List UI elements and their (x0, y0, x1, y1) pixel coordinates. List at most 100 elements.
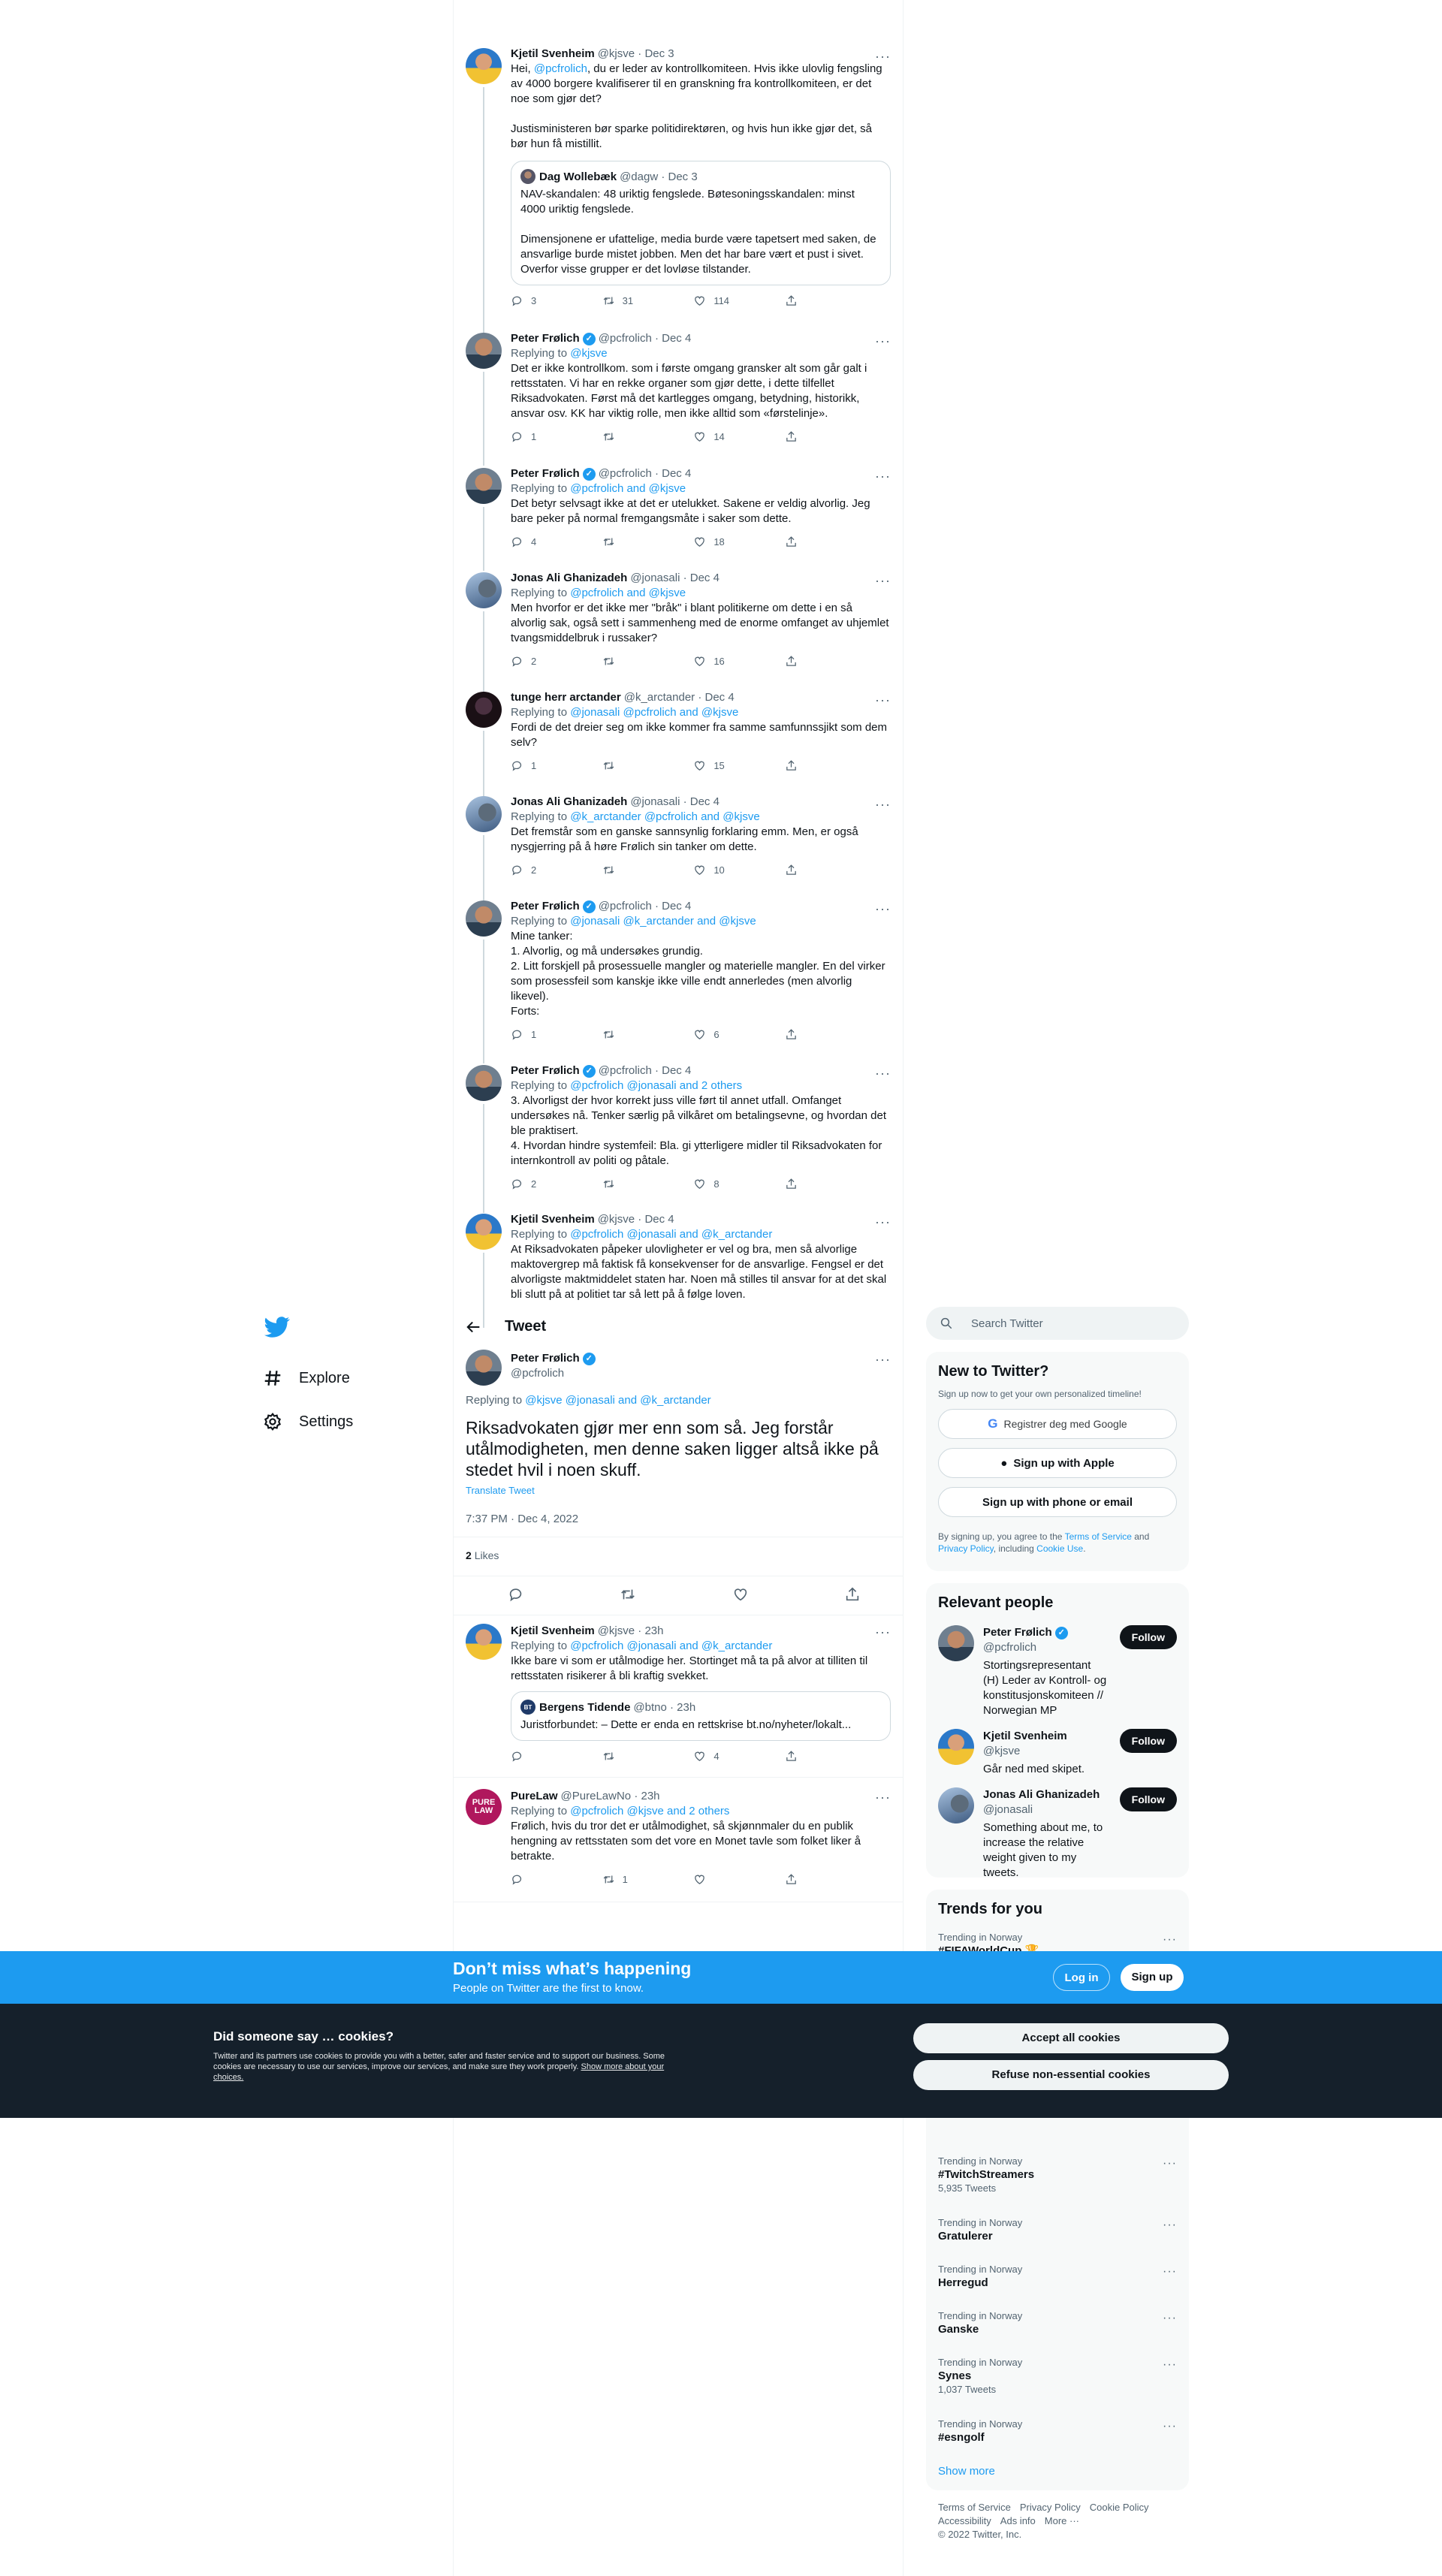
tweet[interactable]: ··· Peter Frølich ✓ @pcfrolich · Dec 4 Rep… (454, 1063, 903, 1213)
retweet-button[interactable]: 1 (602, 1873, 647, 1886)
back-arrow-icon[interactable] (466, 1319, 482, 1335)
retweet-button[interactable] (602, 655, 647, 668)
quoted-tweet[interactable]: BT Bergens Tidende @btno · 23h Juristforbu… (511, 1691, 891, 1741)
avatar[interactable] (466, 1065, 502, 1101)
tweet[interactable]: ··· Jonas Ali Ghanizadeh @jonasali · Dec … (454, 795, 903, 914)
reply-tweet[interactable]: PURE LAW ··· PureLaw @PureLawNo · 23h Rep… (454, 1789, 903, 1886)
reply-tweet[interactable]: ··· Kjetil Svenheim @kjsve · 23h Replying… (454, 1624, 903, 1763)
replying-handles[interactable]: @pcfrolich @jonasali and 2 others (570, 1079, 742, 1092)
translate-tweet-link[interactable]: Translate Tweet (466, 1485, 891, 1496)
retweet-button[interactable] (602, 1178, 647, 1190)
author-name[interactable]: Peter Frølich (511, 466, 580, 481)
like-button[interactable]: 14 (693, 430, 738, 443)
author-handle[interactable]: @PureLawNo (561, 1789, 632, 1804)
tweet[interactable]: ··· Jonas Ali Ghanizadeh @jonasali · Dec … (454, 571, 903, 720)
replying-handles[interactable]: @jonasali @k_arctander and @kjsve (570, 915, 756, 928)
more-icon[interactable]: ··· (875, 902, 891, 915)
more-icon[interactable]: ··· (875, 693, 891, 707)
author-name[interactable]: Peter Frølich (511, 331, 580, 346)
like-button[interactable]: 15 (693, 759, 738, 772)
author-handle[interactable]: @pcfrolich (599, 899, 652, 914)
reply-button[interactable] (511, 1750, 556, 1763)
more-icon[interactable]: ··· (1163, 2420, 1177, 2433)
share-button[interactable] (785, 864, 830, 876)
more-icon[interactable]: ··· (875, 50, 891, 63)
tweet-date[interactable]: · Dec 4 (638, 1212, 674, 1227)
retweet-button[interactable] (602, 864, 647, 876)
author-name[interactable]: Peter Frølich (511, 899, 580, 914)
replying-handles[interactable]: @pcfrolich @jonasali and @k_arctander (570, 1639, 772, 1652)
like-button[interactable]: 18 (693, 535, 738, 548)
quoted-tweet[interactable]: Dag Wollebæk @dagw · Dec 3 NAV-skandalen:… (511, 161, 891, 285)
share-button[interactable] (785, 1873, 830, 1886)
author-handle[interactable]: @pcfrolich (599, 1063, 652, 1078)
tweet[interactable]: ··· Kjetil Svenheim @kjsve · Dec 4 Replyi… (454, 1212, 903, 1328)
tweet-date[interactable]: · Dec 4 (655, 899, 691, 914)
trend-item[interactable]: Trending in Norway Synes 1,037 Tweets ··· (938, 2349, 1177, 2411)
retweet-button[interactable] (602, 430, 647, 443)
like-button[interactable]: 10 (693, 864, 738, 876)
more-icon[interactable]: ··· (1163, 2358, 1177, 2372)
purelaw-avatar[interactable]: PURE LAW (466, 1789, 502, 1825)
avatar[interactable] (466, 572, 502, 608)
more-icon[interactable]: ··· (1163, 2157, 1177, 2170)
tweet-date[interactable]: · Dec 4 (683, 571, 719, 586)
replying-handles[interactable]: @pcfrolich and @kjsve (570, 482, 686, 495)
author-handle[interactable]: @pcfrolich (599, 466, 652, 481)
more-icon[interactable]: ··· (1163, 2312, 1177, 2325)
author-handle[interactable]: @kjsve (598, 1212, 635, 1227)
show-more-link[interactable]: Show more (938, 2465, 1177, 2478)
login-button[interactable]: Log in (1053, 1964, 1110, 1991)
mention-link[interactable]: @pcfrolich (534, 62, 587, 75)
author-name[interactable]: Peter Frølich (511, 1351, 580, 1366)
replying-handles[interactable]: @pcfrolich @kjsve and 2 others (570, 1805, 729, 1817)
nav-settings[interactable]: Settings (263, 1400, 443, 1443)
signup-button[interactable]: Sign up (1121, 1964, 1184, 1991)
author-name[interactable]: Kjetil Svenheim (511, 1624, 595, 1639)
avatar[interactable] (466, 796, 502, 832)
more-icon[interactable]: ··· (875, 334, 891, 348)
share-button[interactable] (785, 759, 830, 772)
author-name[interactable]: Kjetil Svenheim (511, 1212, 595, 1227)
author-handle[interactable]: @k_arctander (624, 690, 695, 705)
trend-item[interactable]: Trending in Norway #TwitchStreamers 5,935 … (938, 2148, 1177, 2210)
search-box[interactable]: Search Twitter (926, 1307, 1189, 1340)
tweet[interactable]: ··· Peter Frølich ✓ @pcfrolich · Dec 4 Rep… (454, 331, 903, 466)
more-icon[interactable]: ··· (875, 1625, 891, 1639)
accept-cookies-button[interactable]: Accept all cookies (913, 2023, 1229, 2053)
share-button[interactable] (785, 1028, 830, 1041)
author-handle[interactable]: @pcfrolich (511, 1366, 891, 1381)
share-button[interactable] (785, 430, 830, 443)
follow-button[interactable]: Follow (1119, 1729, 1177, 1753)
more-icon[interactable]: ··· (875, 798, 891, 811)
share-icon[interactable] (844, 1586, 861, 1603)
tweet-date[interactable]: · Dec 4 (655, 466, 691, 481)
cookie-use-link[interactable]: Cookie Use (1036, 1543, 1083, 1554)
replying-handles[interactable]: @pcfrolich and @kjsve (570, 587, 686, 599)
tweet-date[interactable]: · Dec 4 (698, 690, 734, 705)
more-icon[interactable]: ··· (875, 1353, 891, 1366)
author-handle[interactable]: @pcfrolich (599, 331, 652, 346)
person-item[interactable]: Peter Frølich ✓ @pcfrolich Stortingsreprese… (938, 1625, 1177, 1718)
trend-item[interactable]: Trending in Norway Herregud ··· (938, 2256, 1177, 2303)
avatar[interactable] (938, 1729, 974, 1765)
tweet-date[interactable]: · 23h (634, 1789, 659, 1804)
author-handle[interactable]: @kjsve (598, 47, 635, 62)
author-handle[interactable]: @jonasali (630, 795, 680, 810)
replying-handles[interactable]: @kjsve @jonasali and @k_arctander (525, 1394, 710, 1407)
tweet-date[interactable]: · Dec 4 (655, 331, 691, 346)
retweet-button[interactable] (602, 1750, 647, 1763)
author-name[interactable]: Kjetil Svenheim (511, 47, 595, 62)
footer-privacy-link[interactable]: Privacy Policy (1020, 2502, 1081, 2513)
more-icon[interactable]: ··· (875, 1790, 891, 1804)
privacy-link[interactable]: Privacy Policy (938, 1543, 994, 1554)
reply-button[interactable]: 4 (511, 535, 556, 548)
retweet-button[interactable]: 31 (602, 294, 647, 307)
like-button[interactable]: 16 (693, 655, 738, 668)
reply-button[interactable]: 3 (511, 294, 556, 307)
replying-handles[interactable]: @k_arctander @pcfrolich and @kjsve (570, 810, 759, 823)
share-button[interactable] (785, 655, 830, 668)
tweet-date[interactable]: · Dec 4 (683, 795, 719, 810)
phone-signup-button[interactable]: Sign up with phone or email (938, 1487, 1177, 1517)
more-icon[interactable]: ··· (875, 1215, 891, 1229)
